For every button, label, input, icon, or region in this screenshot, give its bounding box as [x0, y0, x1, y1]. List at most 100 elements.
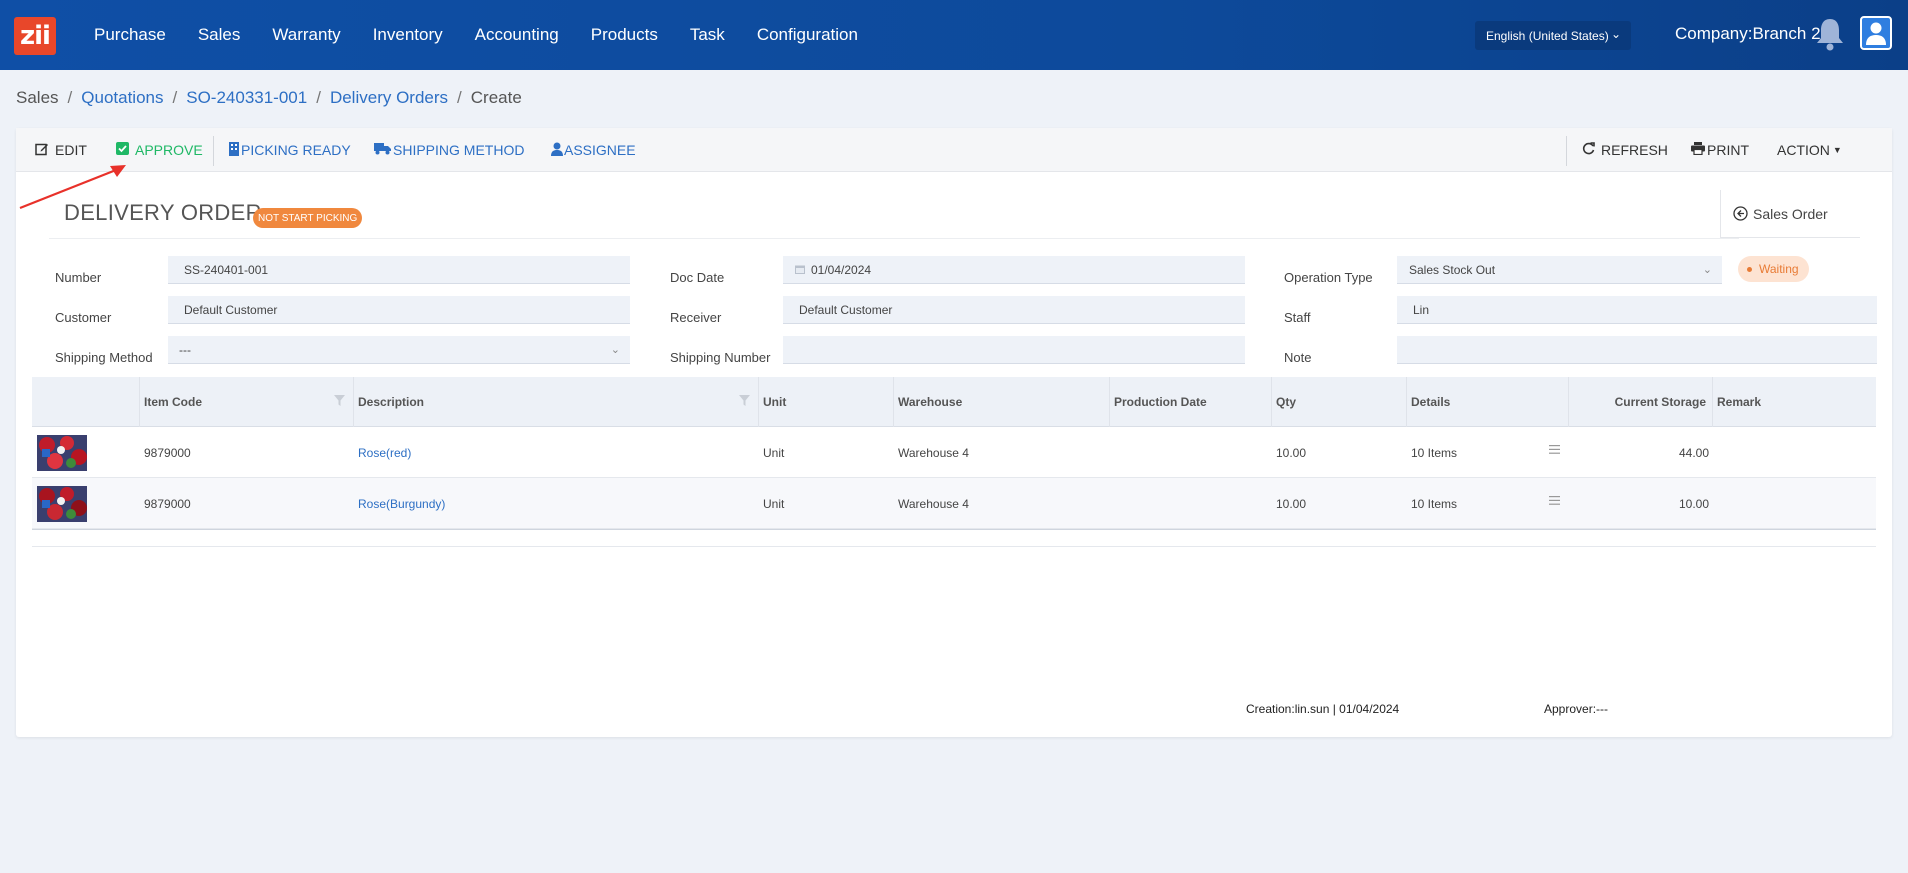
breadcrumb-separator: /: [67, 88, 73, 107]
filter-icon[interactable]: [334, 395, 345, 409]
breadcrumb-sales: Sales: [16, 88, 59, 107]
refresh-label: REFRESH: [1601, 142, 1668, 158]
breadcrumb-separator: /: [316, 88, 321, 107]
refresh-icon: [1582, 142, 1595, 158]
shipping-method-button[interactable]: SHIPPING METHOD: [374, 128, 524, 172]
table-row[interactable]: 9879000 Rose(Burgundy) Unit Warehouse 4 …: [32, 478, 1876, 529]
current-storage-column-header[interactable]: Current Storage: [1569, 377, 1713, 427]
nav-task[interactable]: Task: [690, 25, 725, 45]
unit-cell: Unit: [763, 496, 785, 511]
refresh-button[interactable]: REFRESH: [1582, 128, 1668, 172]
print-button[interactable]: PRINT: [1691, 128, 1749, 172]
main-nav: Purchase Sales Warranty Inventory Accoun…: [78, 0, 874, 70]
top-navbar: zii Purchase Sales Warranty Inventory Ac…: [0, 0, 1908, 70]
sales-order-link[interactable]: Sales Order: [1720, 190, 1860, 238]
table-row[interactable]: 9879000 Rose(red) Unit Warehouse 4 10.00…: [32, 427, 1876, 478]
page-title: DELIVERY ORDER: [64, 200, 262, 225]
item-code-header-label: Item Code: [144, 395, 203, 409]
approve-button[interactable]: APPROVE: [116, 128, 203, 172]
app-logo[interactable]: zii: [14, 17, 56, 55]
shipping-number-field[interactable]: [783, 336, 1245, 364]
approve-label: APPROVE: [135, 142, 203, 158]
title-divider: [49, 238, 1739, 239]
breadcrumb-sales-order[interactable]: SO-240331-001: [186, 88, 307, 108]
breadcrumb-quotations[interactable]: Quotations: [81, 88, 163, 108]
qty-cell: 10.00: [1276, 445, 1307, 460]
language-select[interactable]: English (United States) ⌄: [1475, 21, 1631, 50]
picking-ready-label: PICKING READY: [241, 142, 351, 158]
language-value: English (United States): [1486, 28, 1609, 43]
action-dropdown[interactable]: ACTION ▼: [1777, 128, 1842, 172]
assignee-label: ASSIGNEE: [564, 142, 636, 158]
operation-type-select[interactable]: Sales Stock Out ⌄: [1397, 256, 1722, 284]
calendar-icon: [795, 263, 805, 277]
qty-cell: 10.00: [1276, 496, 1307, 511]
warehouse-cell: Warehouse 4: [898, 445, 969, 460]
assignee-button[interactable]: ASSIGNEE: [551, 128, 636, 172]
nav-purchase[interactable]: Purchase: [94, 25, 166, 45]
note-field[interactable]: [1397, 336, 1877, 364]
staff-label: Staff: [1284, 310, 1311, 325]
receiver-field[interactable]: Default Customer: [783, 296, 1245, 324]
doc-date-value: 01/04/2024: [811, 262, 872, 277]
bell-icon[interactable]: [1814, 16, 1846, 52]
approver-info: Approver:---: [1544, 702, 1609, 716]
check-square-icon: [116, 142, 129, 158]
toolbar-divider: [1566, 136, 1567, 166]
unit-cell: Unit: [763, 445, 785, 460]
nav-inventory[interactable]: Inventory: [373, 25, 443, 45]
description-link[interactable]: Rose(Burgundy): [354, 478, 759, 529]
production-date-column-header[interactable]: Production Date: [1110, 377, 1272, 427]
menu-icon[interactable]: [1545, 424, 1565, 475]
nav-sales[interactable]: Sales: [198, 25, 241, 45]
unit-column-header[interactable]: Unit: [759, 377, 894, 427]
remark-column-header[interactable]: Remark: [1713, 377, 1876, 427]
description-column-header[interactable]: Description: [354, 377, 759, 427]
filter-icon[interactable]: [739, 395, 750, 409]
customer-field[interactable]: Default Customer: [168, 296, 630, 324]
number-field[interactable]: SS-240401-001: [168, 256, 630, 284]
sales-order-label: Sales Order: [1753, 205, 1828, 222]
truck-icon: [374, 142, 391, 158]
breadcrumb-delivery-orders[interactable]: Delivery Orders: [330, 88, 448, 108]
shipping-number-label: Shipping Number: [670, 350, 771, 365]
note-label: Note: [1284, 350, 1312, 365]
shipping-method-value: ---: [179, 342, 191, 357]
doc-date-field[interactable]: 01/04/2024: [783, 256, 1245, 284]
details-cell: 10 Items: [1411, 445, 1458, 460]
warehouse-column-header[interactable]: Warehouse: [894, 377, 1110, 427]
nav-accounting[interactable]: Accounting: [475, 25, 559, 45]
production-date-cell: [1110, 478, 1272, 529]
table-footer: [32, 529, 1876, 547]
doc-date-label: Doc Date: [670, 270, 725, 285]
warehouse-cell: Warehouse 4: [898, 496, 969, 511]
staff-field[interactable]: Lin: [1397, 296, 1877, 324]
current-storage-cell: 10.00: [1678, 496, 1709, 511]
action-toolbar: EDIT APPROVE PICKING READY SHIPPING METH…: [16, 128, 1892, 172]
details-column-header[interactable]: Details: [1407, 377, 1569, 427]
nav-warranty[interactable]: Warranty: [272, 25, 340, 45]
action-label: ACTION: [1777, 142, 1830, 158]
status-label: Waiting: [1759, 262, 1799, 276]
item-code-column-header[interactable]: Item Code: [140, 377, 354, 427]
shipping-method-label: SHIPPING METHOD: [393, 142, 525, 158]
customer-label: Customer: [55, 310, 112, 325]
item-code-cell: 9879000: [144, 445, 191, 460]
description-link[interactable]: Rose(red): [354, 427, 759, 478]
qty-column-header[interactable]: Qty: [1272, 377, 1407, 427]
edit-button[interactable]: EDIT: [35, 128, 87, 172]
remark-cell[interactable]: [1713, 427, 1876, 478]
company-name[interactable]: Company:Branch 2: [1675, 24, 1821, 44]
remark-cell[interactable]: [1713, 478, 1876, 529]
picking-ready-button[interactable]: PICKING READY: [229, 128, 351, 172]
user-avatar-icon[interactable]: [1860, 16, 1892, 50]
nav-configuration[interactable]: Configuration: [757, 25, 858, 45]
table-header: Item Code Description Unit Warehouse Pro…: [32, 377, 1876, 427]
caret-down-icon: ▼: [1832, 145, 1842, 155]
building-icon: [229, 141, 239, 159]
current-storage-cell: 44.00: [1678, 445, 1709, 460]
description-header-label: Description: [358, 395, 425, 409]
menu-icon[interactable]: [1545, 475, 1565, 526]
shipping-method-select[interactable]: --- ⌄: [168, 336, 630, 364]
nav-products[interactable]: Products: [591, 25, 658, 45]
